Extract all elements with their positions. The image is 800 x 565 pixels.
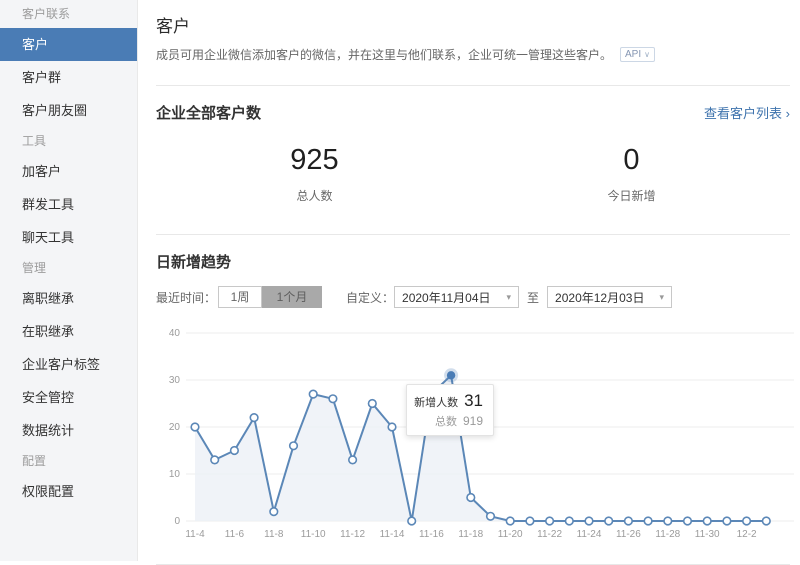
view-customer-list-link[interactable]: 查看客户列表 ›	[704, 103, 790, 122]
svg-text:20: 20	[169, 422, 181, 433]
date-to-label: 至	[527, 290, 540, 305]
sidebar: 客户联系客户 客户群 客户朋友圈工具加客户 群发工具 聊天工具管理离职继承 在职继承 企业客…	[0, 0, 138, 561]
sidebar-item-1-1[interactable]: 群发工具	[0, 188, 137, 221]
stats-row: 925 总人数 0 今日新增	[156, 145, 790, 204]
divider	[156, 85, 790, 86]
svg-text:11-24: 11-24	[577, 529, 602, 540]
sidebar-item-0-0[interactable]: 客户	[0, 28, 137, 61]
svg-text:40: 40	[169, 328, 181, 339]
svg-text:11-22: 11-22	[537, 529, 562, 540]
trend-section-head: 日新增趋势	[156, 251, 790, 272]
api-badge[interactable]: API ∨	[620, 47, 655, 62]
svg-text:11-12: 11-12	[340, 529, 365, 540]
svg-text:11-28: 11-28	[655, 529, 680, 540]
dropdown-arrow-icon: ▾	[506, 291, 512, 302]
svg-text:10: 10	[169, 469, 181, 480]
page-description: 成员可用企业微信添加客户的微信，并在这里与他们联系，企业可统一管理这些客户。	[156, 48, 613, 62]
svg-text:11-30: 11-30	[695, 529, 720, 540]
sidebar-item-1-0[interactable]: 加客户	[0, 155, 137, 188]
range-1week-button[interactable]: 1周	[218, 286, 263, 308]
sidebar-item-2-3[interactable]: 安全管控	[0, 381, 137, 414]
date-from-select[interactable]: 2020年11月04日 ▾	[394, 286, 520, 308]
tooltip-row: 新增人数 31	[413, 391, 483, 411]
svg-text:11-10: 11-10	[301, 529, 326, 540]
sidebar-item-0-1[interactable]: 客户群	[0, 61, 137, 94]
svg-text:30: 30	[169, 375, 181, 386]
sidebar-item-0-2[interactable]: 客户朋友圈	[0, 94, 137, 127]
chart-tooltip: 新增人数 31 总数 919	[406, 384, 494, 436]
sidebar-section-header-3: 配置	[22, 454, 47, 468]
sidebar-item-2-4[interactable]: 数据统计	[0, 414, 137, 447]
tooltip-value: 919	[462, 414, 483, 428]
tooltip-row: 总数 919	[413, 413, 483, 429]
stat-today: 0 今日新增	[473, 145, 790, 204]
svg-text:11-26: 11-26	[616, 529, 641, 540]
svg-text:11-14: 11-14	[380, 529, 405, 540]
summary-title: 企业全部客户数	[156, 105, 262, 122]
svg-text:12-2: 12-2	[737, 529, 757, 540]
svg-text:11-20: 11-20	[498, 529, 523, 540]
trend-chart: 0 10 20 30 40 11-4 11-6 11-8 11-10 11-12 11-14 11-1…	[156, 323, 800, 551]
page-title: 客户	[156, 17, 190, 36]
time-range-toggle: 1周 1个月	[218, 286, 323, 308]
trend-controls: 最近时间： 1周 1个月 自定义： 2020年11月04日 ▾ 至 2020年1…	[156, 286, 790, 308]
chevron-down-icon: ∨	[644, 50, 650, 59]
stat-total-value: 925	[290, 144, 339, 176]
sidebar-item-2-2[interactable]: 企业客户标签	[0, 348, 137, 381]
dropdown-arrow-icon: ▾	[659, 291, 665, 302]
date-to-select[interactable]: 2020年12月03日 ▾	[547, 286, 673, 308]
date-to-value: 2020年12月03日	[555, 290, 645, 305]
sidebar-item-2-1[interactable]: 在职继承	[0, 315, 137, 348]
sidebar-item-2-0[interactable]: 离职继承	[0, 282, 137, 315]
sidebar-section-header-1: 工具	[22, 134, 47, 148]
main-content: 客户 成员可用企业微信添加客户的微信，并在这里与他们联系，企业可统一管理这些客户…	[138, 0, 800, 565]
stat-total-label: 总人数	[296, 189, 333, 203]
sidebar-section-header-0: 客户联系	[22, 7, 71, 21]
svg-text:11-16: 11-16	[419, 529, 444, 540]
svg-text:11-18: 11-18	[458, 529, 483, 540]
summary-section-head: 企业全部客户数 查看客户列表 ›	[156, 102, 790, 123]
date-from-value: 2020年11月04日	[402, 290, 491, 305]
sidebar-item-1-2[interactable]: 聊天工具	[0, 221, 137, 254]
stat-today-label: 今日新增	[607, 189, 656, 203]
svg-text:0: 0	[174, 516, 180, 527]
custom-range-label: 自定义：	[346, 290, 395, 305]
page-description-row: 成员可用企业微信添加客户的微信，并在这里与他们联系，企业可统一管理这些客户。 A…	[156, 46, 790, 63]
tooltip-label: 新增人数	[414, 397, 459, 409]
svg-text:11-8: 11-8	[264, 529, 284, 540]
tooltip-label: 总数	[434, 416, 457, 428]
sidebar-section-header-2: 管理	[22, 261, 47, 275]
stat-today-value: 0	[623, 144, 640, 176]
trend-title: 日新增趋势	[156, 254, 232, 271]
tooltip-value: 31	[464, 391, 483, 410]
svg-text:11-6: 11-6	[225, 529, 245, 540]
api-badge-label: API	[625, 49, 642, 60]
divider	[156, 234, 790, 235]
svg-text:11-4: 11-4	[185, 529, 205, 540]
time-range-label: 最近时间：	[156, 290, 217, 305]
sidebar-item-3-0[interactable]: 权限配置	[0, 475, 137, 508]
range-1month-button[interactable]: 1个月	[262, 286, 323, 308]
stat-total: 925 总人数	[156, 145, 473, 204]
